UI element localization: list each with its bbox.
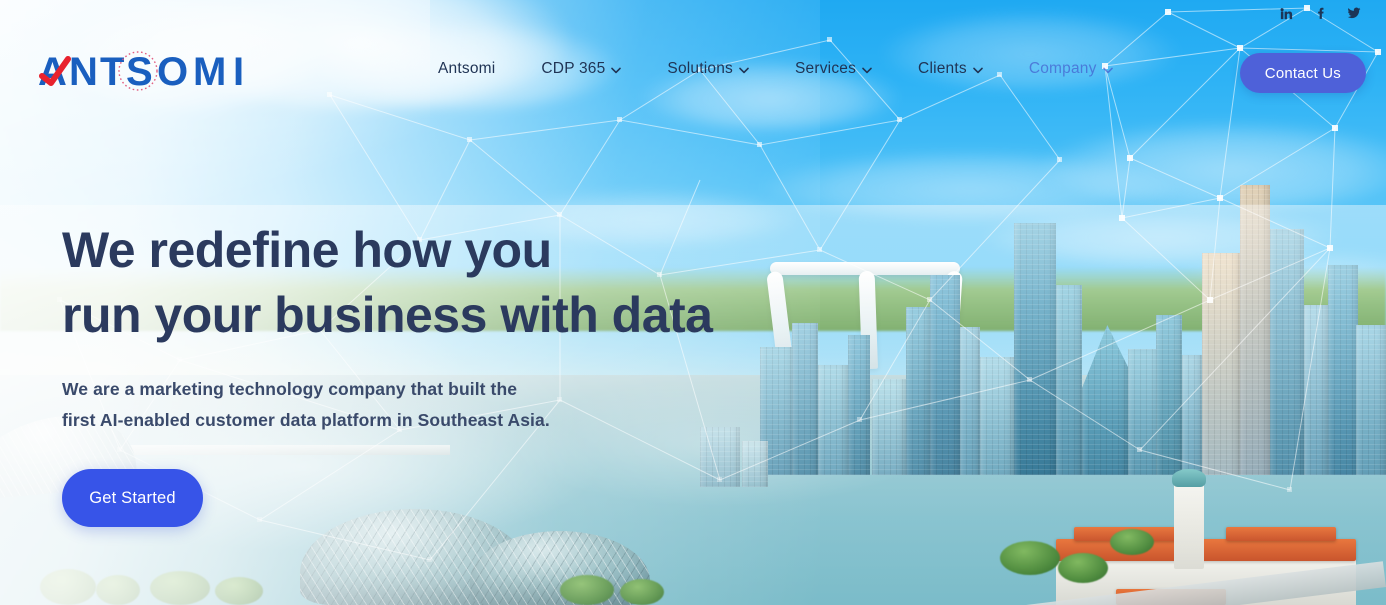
nav-item-solutions[interactable]: Solutions — [667, 60, 749, 78]
get-started-button[interactable]: Get Started — [62, 469, 203, 527]
antsomi-logo-mark: A N T S O M I — [38, 50, 245, 94]
contact-us-button[interactable]: Contact Us — [1239, 53, 1366, 93]
nav-label: CDP 365 — [541, 60, 606, 77]
chevron-down-icon — [1102, 67, 1113, 73]
nav-item-company[interactable]: Company — [1029, 60, 1113, 78]
subtitle-line-2: first AI-enabled customer data platform … — [62, 410, 550, 430]
headline-line-2: run your business with data — [62, 287, 713, 343]
svg-text:A: A — [38, 50, 67, 94]
svg-text:I: I — [233, 50, 245, 94]
nav-item-cdp-365[interactable]: CDP 365 — [541, 60, 622, 78]
chevron-down-icon — [611, 67, 622, 73]
subtitle-line-1: We are a marketing technology company th… — [62, 379, 518, 399]
svg-text:M: M — [193, 50, 227, 94]
nav-label: Solutions — [667, 60, 733, 77]
svg-text:N: N — [69, 50, 98, 94]
chevron-down-icon — [973, 67, 983, 73]
nav-item-services[interactable]: Services — [795, 60, 872, 78]
svg-text:T: T — [100, 50, 125, 94]
chevron-down-icon — [739, 67, 749, 73]
nav-label: Clients — [918, 60, 967, 77]
main-menu: Antsomi CDP 365 Solutions Services Clien… — [438, 60, 1113, 78]
nav-label: Company — [1028, 60, 1097, 77]
headline-line-1: We redefine how you — [62, 222, 552, 278]
hero-section: A N T S O M I Antsomi CDP 365 Solutions … — [0, 0, 1386, 605]
logo-antsomi[interactable]: A N T S O M I — [38, 49, 276, 95]
nav-label: Antsomi — [438, 60, 496, 77]
chevron-down-icon — [862, 67, 872, 73]
hero-subtitle: We are a marketing technology company th… — [62, 374, 742, 436]
hero-content: We redefine how you run your business wi… — [62, 218, 742, 527]
svg-text:O: O — [157, 50, 189, 94]
svg-text:S: S — [126, 50, 153, 94]
site-header: A N T S O M I Antsomi CDP 365 Solutions … — [0, 0, 1386, 145]
nav-item-clients[interactable]: Clients — [918, 60, 983, 78]
nav-label: Services — [795, 60, 857, 77]
nav-item-antsomi[interactable]: Antsomi — [438, 60, 495, 78]
page-title: We redefine how you run your business wi… — [62, 218, 742, 348]
